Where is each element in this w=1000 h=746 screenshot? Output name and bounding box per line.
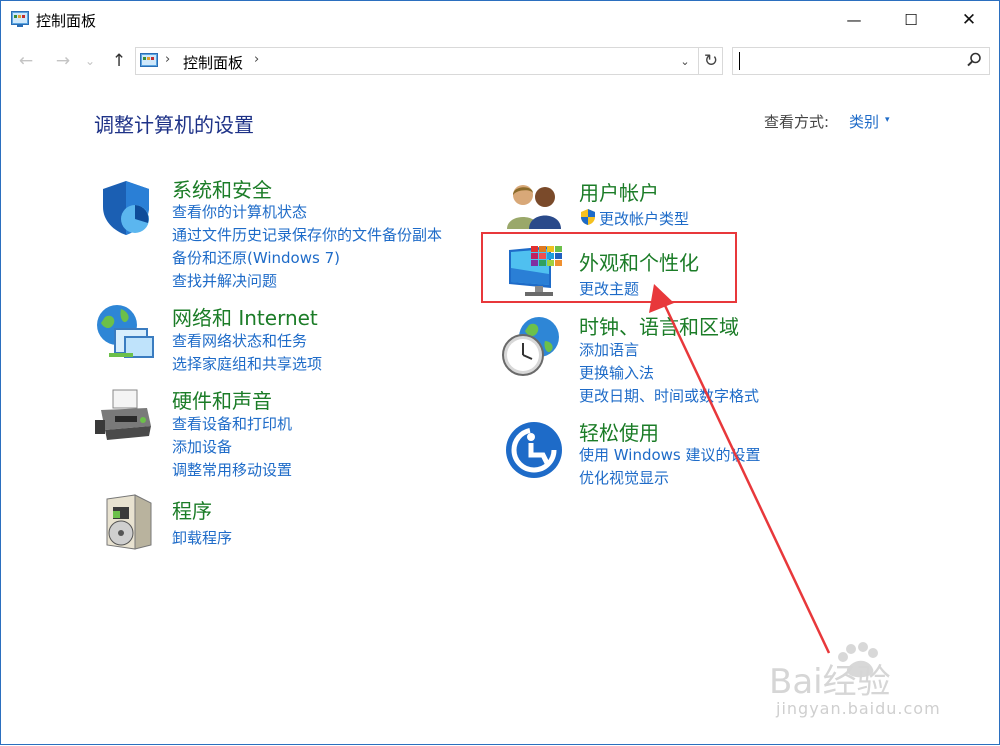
category-title-ease-of-access[interactable]: 轻松使用 (579, 417, 659, 446)
forward-button[interactable]: → (52, 50, 74, 72)
users-icon[interactable] (505, 181, 563, 231)
link-change-account-type[interactable]: 更改帐户类型 (599, 208, 689, 229)
link-add-language[interactable]: 添加语言 (579, 339, 639, 360)
address-bar[interactable]: › 控制面板 › ⌄ ↻ (135, 47, 723, 75)
ease-of-access-icon[interactable] (505, 421, 563, 479)
shield-icon[interactable] (97, 179, 155, 237)
window-title: 控制面板 (36, 12, 97, 30)
category-title-hardware-sound[interactable]: 硬件和声音 (172, 385, 272, 414)
chevron-right-icon: › (165, 52, 171, 67)
uac-shield-icon (581, 209, 595, 225)
control-panel-window: 控制面板 — ☐ ✕ ← → ⌄ ↑ › 控制面板 › ⌄ ↻ 调整计算机的设置… (0, 0, 1000, 745)
link-troubleshoot[interactable]: 查找并解决问题 (172, 270, 277, 291)
view-by-label: 查看方式: (764, 113, 830, 131)
link-network-status[interactable]: 查看网络状态和任务 (172, 330, 307, 351)
link-change-input-method[interactable]: 更换输入法 (579, 362, 654, 383)
chevron-right-icon[interactable]: › (254, 52, 259, 67)
category-title-programs[interactable]: 程序 (172, 495, 212, 524)
link-devices-printers[interactable]: 查看设备和打印机 (172, 413, 292, 434)
clock-globe-icon[interactable] (501, 315, 561, 377)
caret-down-icon[interactable]: ▾ (885, 115, 890, 125)
minimize-button[interactable]: — (826, 1, 882, 39)
watermark-url: jingyan.baidu.com (776, 699, 941, 718)
search-icon[interactable] (965, 51, 983, 69)
title-bar: 控制面板 — ☐ ✕ (1, 1, 999, 39)
link-homegroup[interactable]: 选择家庭组和共享选项 (172, 353, 322, 374)
recent-locations-button[interactable]: ⌄ (83, 50, 97, 72)
link-uninstall-program[interactable]: 卸载程序 (172, 527, 232, 548)
view-by-dropdown[interactable]: 类别 (849, 111, 879, 132)
printer-icon[interactable] (95, 386, 157, 448)
close-button[interactable]: ✕ (941, 1, 997, 39)
link-backup-restore[interactable]: 备份和还原(Windows 7) (172, 247, 340, 268)
link-change-date-time-format[interactable]: 更改日期、时间或数字格式 (579, 385, 759, 406)
up-button[interactable]: ↑ (108, 50, 130, 72)
link-recommended-settings[interactable]: 使用 Windows 建议的设置 (579, 444, 761, 465)
link-view-computer-status[interactable]: 查看你的计算机状态 (172, 201, 307, 222)
category-title-clock-language[interactable]: 时钟、语言和区域 (579, 311, 739, 340)
search-input[interactable] (732, 47, 990, 75)
link-add-device[interactable]: 添加设备 (172, 436, 232, 457)
control-panel-icon (140, 53, 158, 67)
maximize-button[interactable]: ☐ (883, 1, 939, 39)
breadcrumb-control-panel[interactable]: 控制面板 (183, 52, 243, 73)
refresh-button[interactable]: ↻ (698, 48, 723, 74)
category-title-network[interactable]: 网络和 Internet (172, 302, 318, 331)
category-title-user-accounts[interactable]: 用户帐户 (579, 177, 659, 206)
control-panel-icon (11, 11, 29, 27)
programs-icon[interactable] (101, 493, 157, 551)
link-file-history-backup[interactable]: 通过文件历史记录保存你的文件备份副本 (172, 224, 442, 245)
navigation-bar: ← → ⌄ ↑ › 控制面板 › ⌄ ↻ (1, 43, 999, 79)
category-title-system-security[interactable]: 系统和安全 (172, 174, 272, 203)
watermark-logo-text: Bai经验 (769, 662, 891, 702)
network-icon[interactable] (95, 303, 157, 365)
text-cursor (739, 52, 740, 70)
link-mobility-settings[interactable]: 调整常用移动设置 (172, 459, 292, 480)
back-button[interactable]: ← (15, 50, 37, 72)
page-title: 调整计算机的设置 (94, 113, 254, 137)
link-optimize-visual-display[interactable]: 优化视觉显示 (579, 467, 669, 488)
annotation-highlight-box (481, 232, 737, 303)
chevron-down-icon[interactable]: ⌄ (674, 50, 696, 72)
